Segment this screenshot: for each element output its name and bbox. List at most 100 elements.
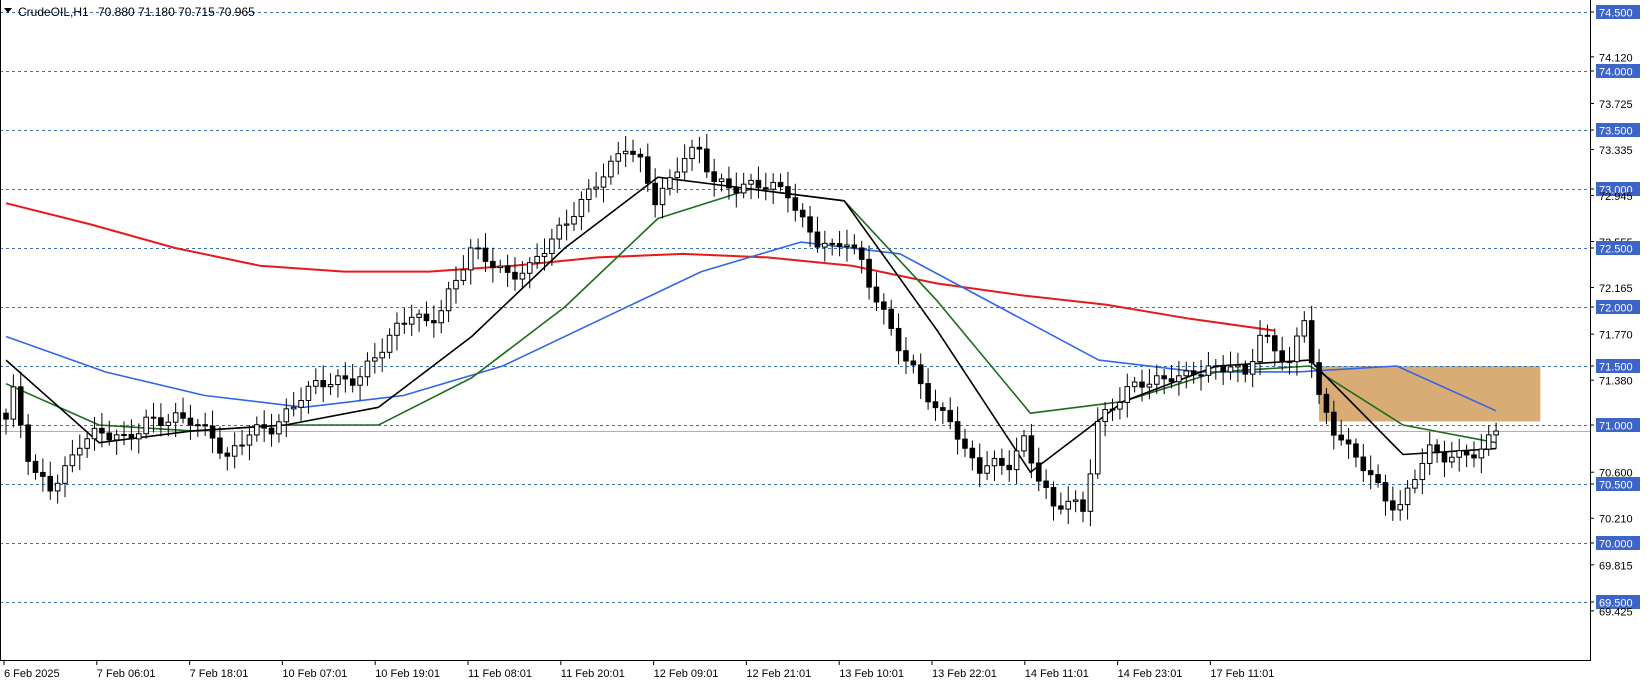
candle-body	[873, 286, 880, 303]
candle-body	[1426, 444, 1433, 464]
chart-svg[interactable]: 74.50074.12074.00073.72573.50073.33573.0…	[0, 0, 1651, 691]
candle-body	[32, 460, 39, 473]
candle-body	[807, 216, 813, 233]
candle-body	[947, 409, 954, 423]
candle-body	[1176, 375, 1182, 383]
candle-body	[829, 242, 835, 245]
ohlc-readout: 70.880 71.180 70.715 70.965	[98, 5, 255, 19]
candle-body	[844, 244, 850, 248]
candle-body	[696, 146, 703, 150]
candle-body	[1323, 393, 1330, 413]
candle-body	[969, 447, 976, 459]
candle-body	[1404, 487, 1411, 506]
time-tick-label: 14 Feb 11:01	[1025, 668, 1089, 680]
candle-body	[851, 244, 858, 249]
candle-body	[1087, 473, 1094, 512]
candle-body	[881, 301, 887, 310]
candlestick-chart[interactable]: 74.500 74.120 74.000 73.725 73.500 73.335 73.0…	[0, 0, 1651, 691]
candle-body	[512, 271, 518, 280]
candle-body	[718, 178, 725, 183]
candle-body	[1257, 334, 1263, 363]
candle-body	[1478, 448, 1485, 459]
candle-body	[1072, 499, 1079, 502]
candle-body	[910, 360, 917, 366]
candle-body	[386, 334, 393, 353]
price-level-label: 72.500	[1599, 244, 1633, 256]
candle-body	[1434, 444, 1440, 454]
time-tick-label: 10 Feb 19:01	[375, 668, 440, 680]
price-level-label: 71.000	[1599, 421, 1633, 433]
candle-body	[991, 458, 998, 467]
candle-body	[379, 351, 386, 359]
candle-body	[549, 238, 555, 255]
candle-body	[1412, 479, 1418, 489]
price-tick-label: 69.425	[1599, 606, 1633, 618]
candle-body	[1058, 505, 1064, 510]
time-tick-label: 11 Feb 20:01	[561, 668, 625, 680]
candle-body	[615, 153, 622, 162]
candle-body	[453, 279, 459, 290]
candle-body	[836, 243, 843, 248]
candle-body	[1316, 362, 1322, 395]
price-tick-label: 74.120	[1599, 52, 1633, 64]
candle-body	[224, 452, 231, 457]
candle-body	[1161, 375, 1167, 380]
candle-body	[497, 265, 504, 269]
candle-body	[408, 316, 415, 325]
candle-body	[84, 438, 90, 449]
candle-body	[1080, 499, 1086, 512]
time-tick-label: 11 Feb 08:01	[468, 668, 532, 680]
candle-body	[1397, 504, 1403, 511]
candle-body	[1227, 366, 1234, 373]
candle-body	[976, 457, 983, 474]
price-tick-label: 71.770	[1599, 330, 1633, 342]
candle-body	[1235, 364, 1241, 368]
candle-body	[342, 375, 349, 380]
time-tick-label: 6 Feb 2025	[4, 668, 60, 680]
price-level-label: 74.500	[1599, 8, 1633, 20]
time-tick-label: 10 Feb 07:01	[282, 668, 347, 680]
candle-body	[1375, 474, 1381, 484]
candle-body	[62, 465, 68, 484]
candle-body	[1168, 378, 1175, 383]
candle-body	[659, 187, 666, 206]
price-level-label: 70.500	[1599, 480, 1633, 492]
candle-body	[799, 209, 806, 218]
candle-body	[1220, 365, 1226, 373]
candle-body	[733, 187, 740, 194]
price-tick-label: 71.380	[1599, 376, 1633, 388]
candle-body	[1242, 364, 1249, 375]
candle-body	[1279, 350, 1285, 363]
candle-body	[770, 181, 776, 190]
candle-body	[364, 360, 371, 378]
candle-body	[445, 288, 452, 312]
price-tick-label: 73.335	[1599, 145, 1633, 157]
candle-body	[726, 178, 732, 189]
candle-body	[917, 364, 924, 385]
candle-body	[217, 437, 223, 454]
price-level-label: 72.000	[1599, 303, 1633, 315]
price-level-label: 74.000	[1599, 67, 1633, 79]
price-tick-label: 69.815	[1599, 560, 1633, 572]
candle-body	[113, 434, 120, 441]
candle-body	[563, 223, 570, 226]
candle-body	[1117, 401, 1123, 410]
candle-body	[128, 433, 135, 440]
candle-body	[1183, 370, 1190, 377]
price-level-label: 71.500	[1599, 362, 1633, 374]
candle-body	[541, 253, 548, 257]
candle-body	[652, 182, 658, 206]
candle-body	[1050, 486, 1057, 507]
candle-body	[180, 412, 186, 419]
candle-body	[17, 386, 24, 426]
candle-body	[423, 313, 430, 322]
candle-body	[1094, 421, 1101, 475]
candle-body	[1205, 365, 1212, 376]
candle-body	[504, 265, 511, 273]
candle-body	[25, 424, 31, 462]
candle-body	[637, 153, 644, 158]
candle-body	[1146, 383, 1153, 388]
candle-body	[571, 215, 577, 225]
chart-background	[0, 0, 1651, 691]
candle-body	[1043, 480, 1049, 488]
